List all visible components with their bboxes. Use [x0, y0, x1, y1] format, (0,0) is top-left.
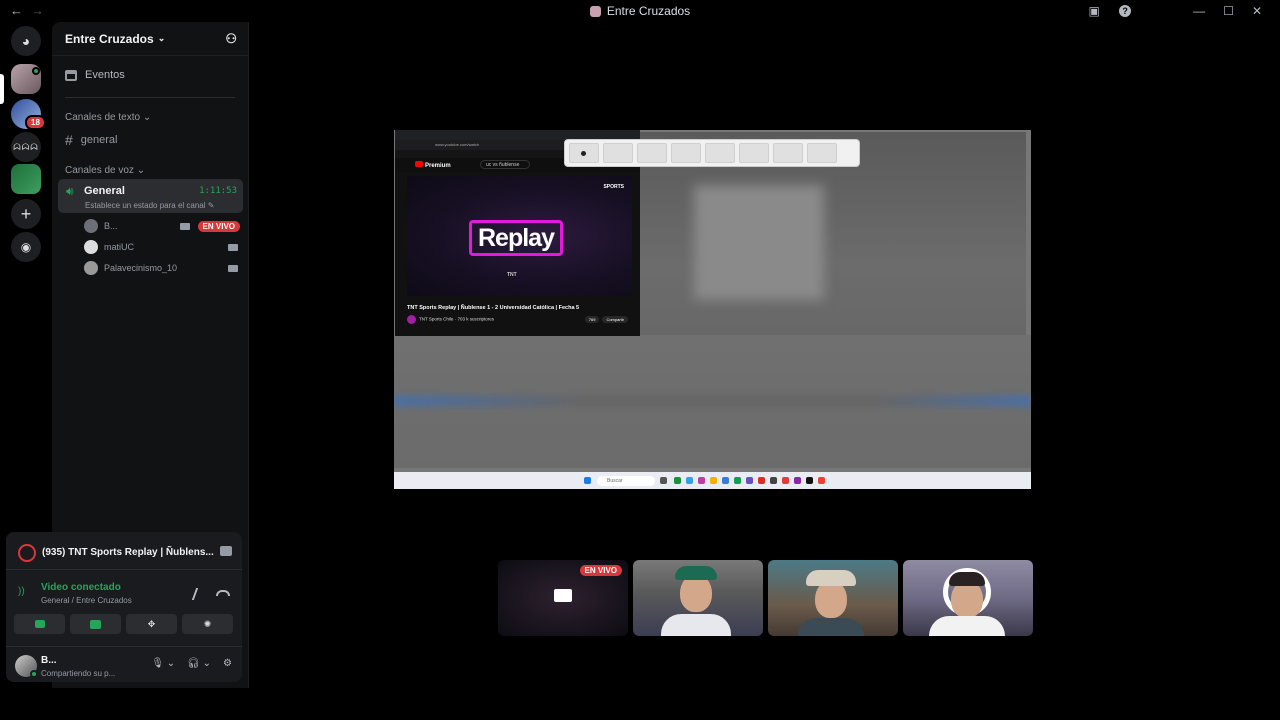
participant-tiles: EN VIVO — [498, 560, 1038, 636]
title-bar: ← → Entre Cruzados ▣ ? — ☐ ✕ — [0, 0, 1280, 22]
server-icon-4[interactable] — [11, 164, 41, 194]
voice-user-name: Palavecinismo_10 — [104, 263, 178, 273]
voice-panel: (935) TNT Sports Replay | Ñublens... )) … — [6, 532, 242, 682]
settings-gear-icon[interactable]: ⚙ — [223, 658, 232, 669]
avatar — [84, 240, 98, 254]
screen-share-button[interactable] — [70, 614, 121, 634]
live-badge: EN VIVO — [579, 565, 622, 576]
close-button[interactable]: ✕ — [1252, 4, 1262, 18]
add-server-icon[interactable]: + — [11, 199, 41, 229]
voice-user-name: B... — [104, 221, 118, 231]
mention-badge: 18 — [25, 115, 46, 130]
connection-location: General / Entre Cruzados — [41, 596, 132, 605]
voice-channel-name: General — [84, 185, 125, 197]
server-activity-dot — [32, 67, 40, 75]
blurred-content — [694, 185, 824, 300]
screen-share-view[interactable]: www.youtube.com/watch Premium uc vs ñubl… — [394, 130, 1031, 489]
chevron-down-icon: ⌄ — [157, 33, 166, 43]
youtube-search: uc vs ñublense — [480, 160, 530, 169]
voice-stage: www.youtube.com/watch Premium uc vs ñubl… — [250, 22, 1280, 720]
blurred-band — [394, 395, 1031, 407]
voice-channel-general[interactable]: 🔊︎ General 1:11:53 Establece un estado p… — [58, 179, 243, 213]
server-icon — [589, 5, 601, 17]
sports-logo: SPORTS — [603, 184, 624, 190]
voice-actions: ✥ ✺ — [14, 614, 234, 634]
hashtag-icon: # — [65, 132, 73, 148]
camera-button[interactable] — [14, 614, 65, 634]
disconnect-icon[interactable] — [216, 590, 230, 596]
voice-user-1[interactable]: B... EN VIVO — [84, 217, 242, 235]
tile-camera-2[interactable] — [768, 560, 898, 636]
screen-share-icon — [90, 619, 101, 629]
calendar-icon — [65, 69, 77, 81]
share-label: Compartir — [602, 316, 628, 323]
windows-taskbar: Buscar — [394, 472, 1031, 489]
connection-status[interactable]: Video conectado — [41, 582, 121, 593]
channel-name: general — [80, 134, 118, 146]
divider — [65, 97, 235, 98]
tile-screen-share[interactable]: EN VIVO — [498, 560, 628, 636]
tile-camera-1[interactable] — [633, 560, 763, 636]
channel-status-input[interactable]: Establece un estado para el canal ✎ — [85, 201, 214, 210]
server-header[interactable]: Entre Cruzados ⌄ ⚇ — [52, 22, 248, 56]
like-count: 769 — [584, 316, 600, 323]
camera-icon — [34, 620, 45, 628]
activities-button[interactable]: ✥ — [126, 614, 177, 634]
events-item[interactable]: Eventos — [65, 69, 125, 81]
help-icon[interactable]: ? — [1119, 5, 1132, 17]
events-label: Eventos — [85, 69, 125, 81]
video-player: Replay SPORTS TNT — [407, 176, 632, 296]
selected-server-indicator — [0, 74, 4, 104]
screen-icon — [554, 589, 572, 602]
activities-icon: ✥ — [147, 618, 156, 629]
youtube-logo: Premium — [415, 161, 451, 169]
channel-info: TNT Sports Chile · 703 k suscriptores — [407, 315, 494, 324]
noise-suppression-icon[interactable] — [191, 588, 209, 600]
signal-icon: )) — [18, 586, 25, 597]
server-name: Entre Cruzados — [65, 31, 154, 46]
voice-timer: 1:11:53 — [199, 186, 237, 196]
user-name: B... — [41, 655, 57, 666]
replay-logo: Replay — [469, 220, 563, 256]
avatar — [84, 261, 98, 275]
snap-layouts-popup — [564, 139, 860, 167]
invite-user-icon[interactable]: ⚇ — [225, 31, 237, 47]
camera-icon — [180, 222, 190, 230]
speaker-icon: 🔊︎ — [66, 184, 74, 198]
tile-camera-3[interactable] — [903, 560, 1033, 636]
video-title: TNT Sports Replay | Ñublense 1 - 2 Unive… — [407, 305, 580, 311]
taskbar-search: Buscar — [597, 476, 655, 486]
category-text-channels[interactable]: Canales de texto ⌄ — [65, 112, 151, 123]
window-title-text: Entre Cruzados — [606, 4, 691, 18]
video-actions: 769 Compartir — [584, 316, 628, 323]
voice-user-name: matiUC — [104, 242, 135, 252]
live-badge: EN VIVO — [197, 220, 240, 232]
minimize-button[interactable]: — — [1193, 4, 1205, 18]
microphone-icon[interactable]: 🎙︎ ⌄ — [151, 658, 175, 669]
online-status-dot — [30, 670, 38, 678]
avatar — [84, 219, 98, 233]
maximize-button[interactable]: ☐ — [1223, 4, 1234, 18]
headphones-icon[interactable]: 🎧︎ ⌄ — [187, 658, 211, 669]
user-area: B... Compartiendo su p... 🎙︎ ⌄ 🎧︎ ⌄ ⚙ — [6, 646, 242, 682]
channel-general-text[interactable]: # general — [65, 132, 118, 148]
inbox-icon[interactable]: ▣ — [1087, 4, 1101, 18]
discord-home-icon[interactable]: ◕ — [11, 26, 41, 56]
stream-title: (935) TNT Sports Replay | Ñublens... — [42, 547, 214, 558]
voice-user-2[interactable]: matiUC — [84, 238, 242, 256]
server-icon-3[interactable]: ᗣᗣᗣ — [11, 132, 41, 162]
stop-stream-icon[interactable] — [220, 546, 232, 556]
voice-user-3[interactable]: Palavecinismo_10 — [84, 259, 242, 277]
user-status: Compartiendo su p... — [41, 669, 116, 678]
rtc-connection: )) Video conectado General / Entre Cruza… — [6, 576, 242, 612]
explore-icon[interactable]: ◉ — [11, 232, 41, 262]
tnt-logo: TNT — [507, 272, 517, 278]
stream-ring-icon — [18, 544, 36, 562]
camera-icon — [228, 243, 238, 251]
soundboard-button[interactable]: ✺ — [182, 614, 233, 634]
category-voice-channels[interactable]: Canales de voz ⌄ — [65, 165, 145, 176]
stream-preview-bar[interactable]: (935) TNT Sports Replay | Ñublens... — [6, 532, 242, 570]
soundboard-icon: ✺ — [203, 618, 212, 629]
camera-icon — [228, 264, 238, 272]
